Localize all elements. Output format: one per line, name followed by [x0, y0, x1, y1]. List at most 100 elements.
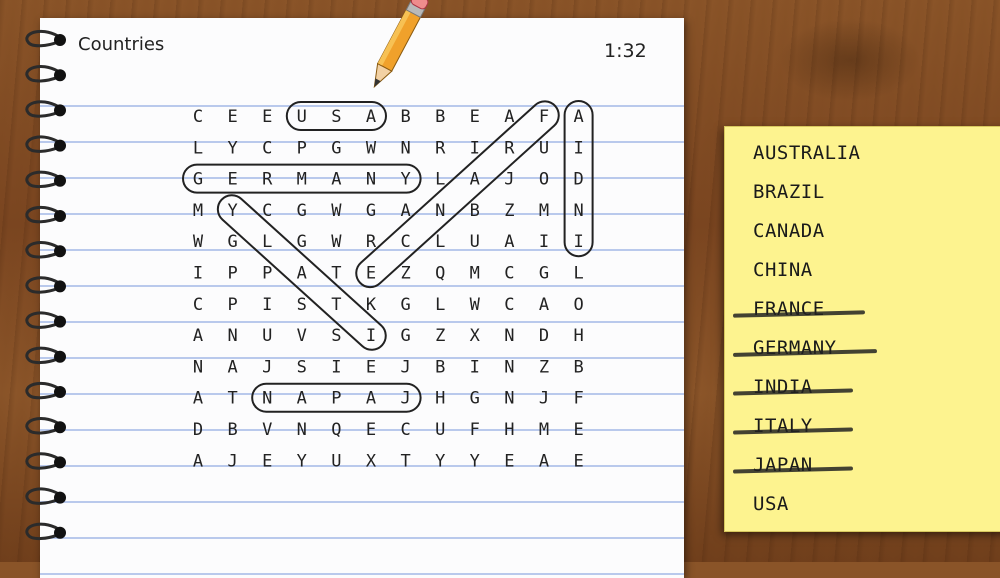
grid-letter[interactable]: X — [470, 326, 481, 346]
grid-letter[interactable]: Y — [435, 451, 445, 471]
grid-letter[interactable]: R — [504, 138, 515, 158]
grid-letter[interactable]: Y — [227, 138, 237, 158]
grid-letter[interactable]: I — [470, 138, 480, 158]
grid-letter[interactable]: Y — [227, 201, 237, 221]
grid-letter[interactable]: I — [366, 326, 376, 346]
grid-letter[interactable]: B — [573, 357, 583, 377]
grid-letter[interactable]: F — [470, 420, 480, 440]
grid-letter[interactable]: E — [366, 264, 376, 284]
grid-letter[interactable]: A — [193, 451, 203, 471]
grid-letter[interactable]: W — [331, 232, 342, 252]
grid-letter[interactable]: L — [262, 232, 272, 252]
grid-letter[interactable]: G — [400, 326, 410, 346]
grid-letter[interactable]: T — [400, 451, 410, 471]
grid-letter[interactable]: C — [504, 295, 514, 315]
grid-letter[interactable]: U — [470, 232, 480, 252]
grid-letter[interactable]: G — [227, 232, 237, 252]
grid-letter[interactable]: L — [435, 170, 445, 190]
grid-letter[interactable]: Q — [435, 264, 445, 284]
grid-letter[interactable]: E — [470, 107, 480, 127]
grid-letter[interactable]: N — [297, 420, 307, 440]
grid-letter[interactable]: N — [400, 138, 410, 158]
grid-letter[interactable]: A — [504, 107, 514, 127]
grid-letter[interactable]: A — [297, 389, 307, 409]
grid-letter[interactable]: D — [193, 420, 203, 440]
grid-letter[interactable]: P — [262, 264, 272, 284]
grid-letter[interactable]: A — [573, 107, 583, 127]
grid-letter[interactable]: P — [297, 138, 307, 158]
grid-letter[interactable]: R — [262, 170, 273, 190]
grid-letter[interactable]: L — [193, 138, 203, 158]
grid-letter[interactable]: E — [262, 107, 272, 127]
grid-letter[interactable]: M — [193, 201, 203, 221]
grid-letter[interactable]: N — [366, 170, 376, 190]
grid-letter[interactable]: C — [504, 264, 514, 284]
grid-letter[interactable]: I — [573, 138, 583, 158]
grid-letter[interactable]: J — [227, 451, 237, 471]
grid-letter[interactable]: I — [470, 357, 480, 377]
grid-letter[interactable]: M — [297, 170, 307, 190]
grid-letter[interactable]: T — [227, 389, 237, 409]
grid-letter[interactable]: A — [227, 357, 237, 377]
grid-letter[interactable]: Z — [435, 326, 445, 346]
grid-letter[interactable]: Y — [297, 451, 307, 471]
grid-letter[interactable]: J — [539, 389, 549, 409]
grid-letter[interactable]: C — [262, 201, 272, 221]
grid-letter[interactable]: W — [331, 201, 342, 221]
grid-letter[interactable]: N — [504, 389, 514, 409]
grid-letter[interactable]: I — [262, 295, 272, 315]
grid-letter[interactable]: G — [400, 295, 410, 315]
grid-letter[interactable]: I — [193, 264, 203, 284]
grid-letter[interactable]: L — [435, 295, 445, 315]
grid-letter[interactable]: I — [573, 232, 583, 252]
grid-letter[interactable]: S — [331, 326, 341, 346]
grid-letter[interactable]: D — [539, 326, 549, 346]
grid-letter[interactable]: N — [573, 201, 583, 221]
grid-letter[interactable]: H — [504, 420, 514, 440]
grid-letter[interactable]: Z — [400, 264, 410, 284]
grid-letter[interactable]: H — [435, 389, 445, 409]
grid-letter[interactable]: A — [504, 232, 514, 252]
grid-letter[interactable]: F — [539, 107, 549, 127]
grid-letter[interactable]: O — [573, 295, 583, 315]
grid-letter[interactable]: D — [573, 170, 583, 190]
grid-letter[interactable]: S — [331, 107, 341, 127]
grid-letter[interactable]: G — [366, 201, 376, 221]
grid-letter[interactable]: M — [539, 201, 549, 221]
grid-letter[interactable]: J — [400, 357, 410, 377]
grid-letter[interactable]: W — [366, 138, 377, 158]
grid-letter[interactable]: A — [470, 170, 480, 190]
grid-letter[interactable]: A — [539, 295, 549, 315]
grid-letter[interactable]: T — [331, 264, 341, 284]
grid-letter[interactable]: Y — [470, 451, 480, 471]
grid-letter[interactable]: B — [435, 107, 445, 127]
grid-letter[interactable]: I — [539, 232, 549, 252]
grid-letter[interactable]: E — [573, 420, 583, 440]
grid-letter[interactable]: N — [504, 326, 514, 346]
grid-letter[interactable]: A — [366, 389, 376, 409]
grid-letter[interactable]: A — [539, 451, 549, 471]
grid-letter[interactable]: N — [435, 201, 445, 221]
grid-letter[interactable]: C — [193, 295, 203, 315]
grid-letter[interactable]: R — [366, 232, 377, 252]
grid-letter[interactable]: J — [504, 170, 514, 190]
grid-letter[interactable]: B — [435, 357, 445, 377]
grid-letter[interactable]: G — [297, 232, 307, 252]
grid-letter[interactable]: C — [193, 107, 203, 127]
grid-letter[interactable]: F — [573, 389, 583, 409]
grid-letter[interactable]: E — [366, 420, 376, 440]
grid-letter[interactable]: G — [470, 389, 480, 409]
grid-letter[interactable]: A — [331, 170, 341, 190]
grid-letter[interactable]: K — [366, 295, 377, 315]
grid-letter[interactable]: C — [400, 232, 410, 252]
grid-letter[interactable]: G — [193, 170, 203, 190]
grid-letter[interactable]: A — [193, 326, 203, 346]
grid-letter[interactable]: N — [504, 357, 514, 377]
grid-letter[interactable]: I — [331, 357, 341, 377]
grid-letter[interactable]: E — [366, 357, 376, 377]
grid-letter[interactable]: U — [297, 107, 307, 127]
grid-letter[interactable]: U — [435, 420, 445, 440]
grid-letter[interactable]: B — [227, 420, 237, 440]
grid-letter[interactable]: W — [193, 232, 204, 252]
grid-letter[interactable]: J — [262, 357, 272, 377]
